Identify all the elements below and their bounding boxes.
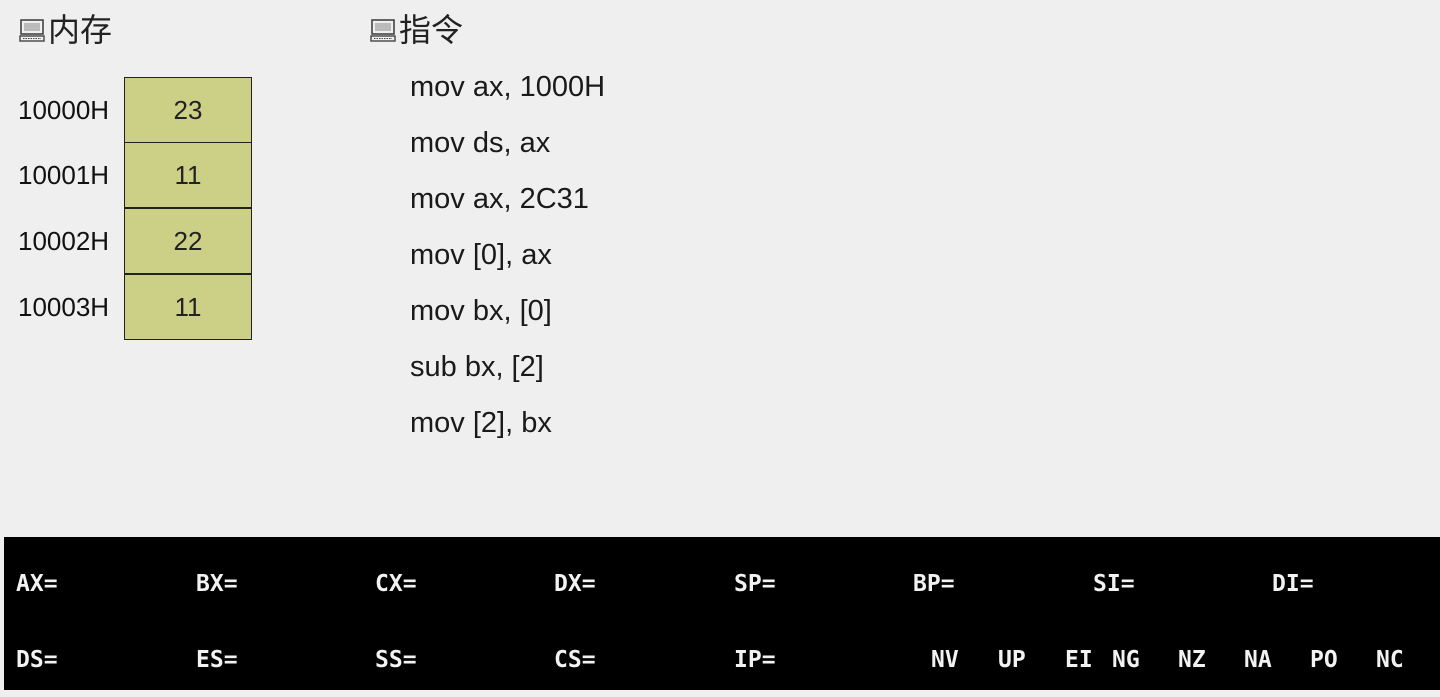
memory-address: 10003H <box>18 292 110 322</box>
register-bx: BX= <box>196 571 238 597</box>
flag-sign: NG <box>1112 647 1140 673</box>
register-cs: CS= <box>554 647 596 673</box>
register-ax: AX= <box>16 571 58 597</box>
memory-address: 10002H <box>18 226 110 256</box>
instruction-line: mov ax, 1000H <box>410 71 606 103</box>
register-di: DI= <box>1272 571 1314 597</box>
memory-section-title: 内存 <box>18 8 112 52</box>
memory-address: 10001H <box>18 160 110 190</box>
instruction-line: mov [2], bx <box>410 407 552 439</box>
flag-parity: PO <box>1310 647 1338 673</box>
instructions-section-title: 指令 <box>369 8 463 52</box>
flag-auxiliary: NA <box>1244 647 1272 673</box>
flag-direction: UP <box>998 647 1026 673</box>
register-cx: CX= <box>375 571 417 597</box>
memory-row: 10000H 23 <box>18 77 258 143</box>
memory-cell: 22 <box>124 208 252 274</box>
register-bp: BP= <box>913 571 955 597</box>
instruction-line: mov [0], ax <box>410 239 552 271</box>
instruction-line: mov bx, [0] <box>410 295 552 327</box>
instruction-list: mov ax, 1000H mov ds, ax mov ax, 2C31 mo… <box>410 64 605 456</box>
memory-title-text: 内存 <box>48 11 113 49</box>
computer-icon <box>18 16 46 44</box>
register-si: SI= <box>1093 571 1135 597</box>
instructions-title-text: 指令 <box>399 11 464 49</box>
flag-overflow: NV <box>931 647 959 673</box>
memory-row: 10001H 11 <box>18 142 258 208</box>
flag-interrupt: EI <box>1065 647 1093 673</box>
instruction-line: mov ax, 2C31 <box>410 183 589 215</box>
memory-row: 10002H 22 <box>18 208 258 274</box>
instruction-line: sub bx, [2] <box>410 351 544 383</box>
register-sp: SP= <box>734 571 776 597</box>
memory-cell: 11 <box>124 274 252 340</box>
memory-row: 10003H 11 <box>18 274 258 340</box>
instruction-line: mov ds, ax <box>410 127 551 159</box>
flag-carry: NC <box>1376 647 1404 673</box>
memory-address: 10000H <box>18 95 110 125</box>
register-es: ES= <box>196 647 238 673</box>
memory-cell: 23 <box>124 77 252 143</box>
register-dx: DX= <box>554 571 596 597</box>
memory-cell: 11 <box>124 142 252 208</box>
register-panel: AX= BX= CX= DX= SP= BP= SI= DI= DS= ES= … <box>4 537 1440 690</box>
register-ip: IP= <box>734 647 776 673</box>
register-ds: DS= <box>16 647 58 673</box>
flag-zero: NZ <box>1178 647 1206 673</box>
register-ss: SS= <box>375 647 417 673</box>
computer-icon <box>369 16 397 44</box>
